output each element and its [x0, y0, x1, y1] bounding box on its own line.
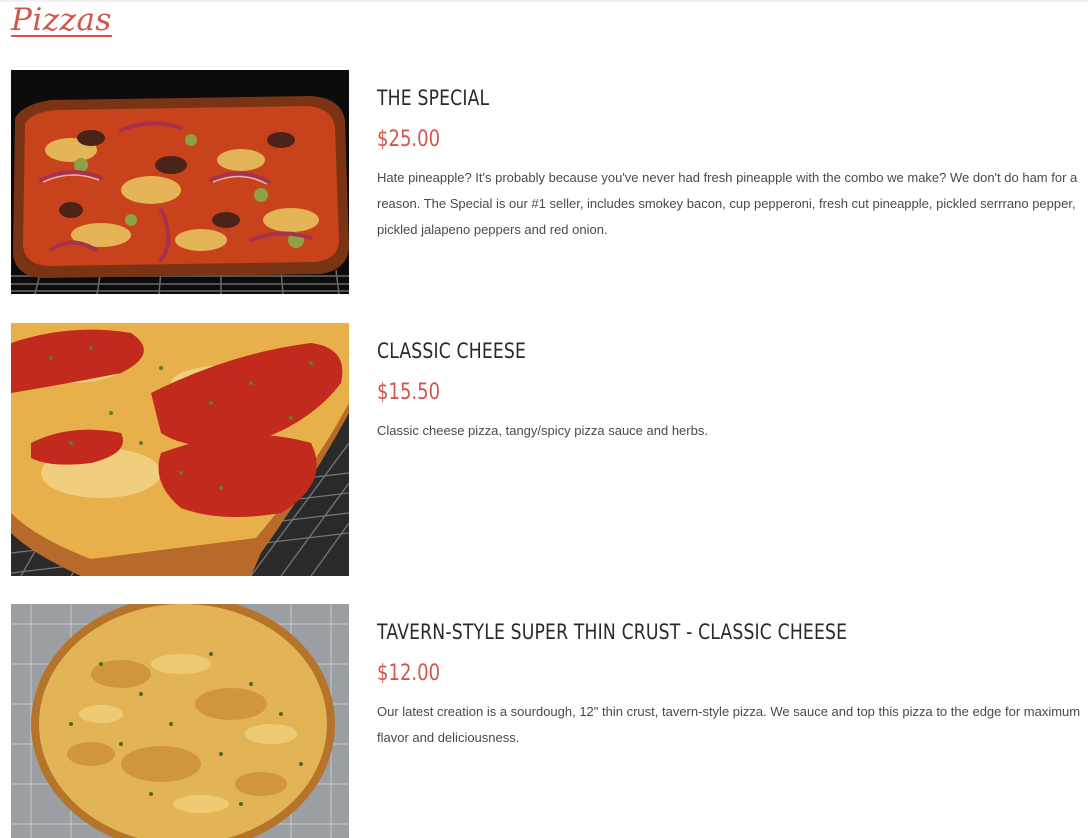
item-description: Classic cheese pizza, tangy/spicy pizza …: [377, 423, 708, 438]
section-title-pizzas[interactable]: Pizzas: [11, 2, 112, 38]
menu-item-classic-cheese: CLASSIC CHEESE $15.50 Classic cheese piz…: [0, 323, 1088, 576]
item-price: $25.00: [377, 127, 441, 152]
item-name: THE SPECIAL: [377, 86, 490, 110]
menu-item-the-special: THE SPECIAL $25.00 Hate pineapple? It's …: [0, 70, 1088, 294]
menu-item-tavern-style-classic-cheese: TAVERN-STYLE SUPER THIN CRUST - CLASSIC …: [0, 604, 1088, 838]
pizza-photo-the-special[interactable]: [11, 70, 349, 294]
pizza-photo-classic-cheese[interactable]: [11, 323, 349, 576]
item-name: TAVERN-STYLE SUPER THIN CRUST - CLASSIC …: [377, 620, 848, 644]
item-price: $15.50: [377, 380, 441, 405]
pizza-photo-tavern-style[interactable]: [11, 604, 349, 838]
top-divider: [0, 0, 1088, 2]
item-name: CLASSIC CHEESE: [377, 339, 527, 363]
item-price: $12.00: [377, 661, 441, 686]
item-description: Hate pineapple? It's probably because yo…: [377, 170, 1078, 237]
item-description: Our latest creation is a sourdough, 12" …: [377, 704, 1081, 745]
